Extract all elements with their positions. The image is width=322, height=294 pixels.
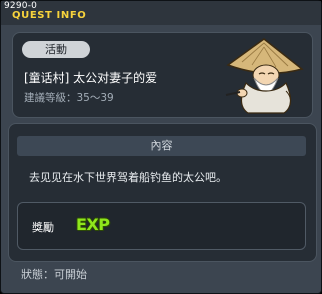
content-header: 內容 <box>17 136 306 156</box>
old-fisherman-npc-icon <box>225 38 304 114</box>
quest-summary-panel: 活動 [童话村] 太公对妻子的爱 建議等級：35～39 <box>12 32 313 118</box>
title-bar[interactable]: 9290-0 QUEST INFO <box>1 1 321 25</box>
quest-type-tag: 活動 <box>22 41 90 58</box>
quest-info-window: 9290-0 QUEST INFO 活動 [童话村] 太公对妻子的爱 建議等級：… <box>0 0 322 294</box>
window-title: QUEST INFO <box>12 10 87 21</box>
reward-box: 獎勵 EXP <box>17 202 306 250</box>
quest-status: 狀態：可開始 <box>21 268 87 281</box>
quest-description: 去见见在水下世界驾着船钓鱼的太公吧。 <box>29 171 227 184</box>
quest-name: [童话村] 太公对妻子的爱 <box>24 71 158 85</box>
quest-recommended-level: 建議等級：35～39 <box>24 92 114 104</box>
reward-label: 獎勵 <box>32 221 54 234</box>
exp-icon[interactable]: EXP <box>76 215 110 234</box>
quest-detail-panel: 內容 去见见在水下世界驾着船钓鱼的太公吧。 獎勵 EXP <box>8 123 317 262</box>
